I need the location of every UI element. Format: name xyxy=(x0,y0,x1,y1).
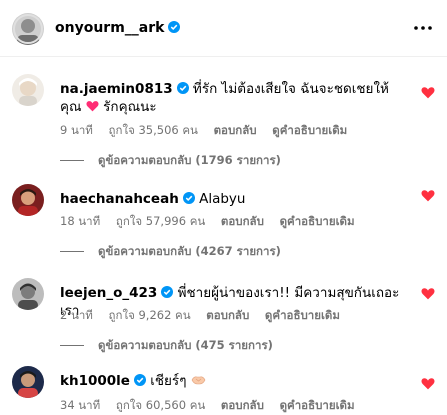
post-author[interactable]: onyourm__ark xyxy=(55,20,181,36)
comment-likes[interactable]: ถูกใจ 57,996 คน xyxy=(116,214,205,228)
comment-time: 2 นาที xyxy=(60,308,93,322)
replies-divider xyxy=(60,160,84,161)
heart-icon[interactable] xyxy=(421,86,435,99)
comment-likes[interactable]: ถูกใจ 9,262 คน xyxy=(109,308,191,322)
verified-badge-icon xyxy=(168,21,181,33)
view-replies-button[interactable]: ดูข้อความตอบกลับ (475 รายการ) xyxy=(60,337,273,355)
pink-heart-emoji-icon xyxy=(86,101,99,112)
view-replies-label[interactable]: ดูข้อความตอบกลับ (4267 รายการ) xyxy=(98,244,281,258)
comment-meta: 18 นาที ถูกใจ 57,996 คน ตอบกลับ ดูคำอธิบ… xyxy=(60,213,367,231)
verified-badge-icon xyxy=(176,82,189,94)
verified-badge-icon xyxy=(161,286,174,298)
comment-meta: 2 นาที ถูกใจ 9,262 คน ตอบกลับ ดูคำอธิบาย… xyxy=(60,307,352,325)
comment-meta: 34 นาที ถูกใจ 60,560 คน ตอบกลับ ดูคำอธิบ… xyxy=(60,397,367,415)
comment-time: 18 นาที xyxy=(60,214,101,228)
comment-body-continued: รักคุณนะ xyxy=(98,99,157,115)
see-original-button[interactable]: ดูคำอธิบายเดิม xyxy=(272,123,347,137)
avatar[interactable] xyxy=(12,278,44,310)
heart-icon[interactable] xyxy=(421,377,435,390)
comment-likes[interactable]: ถูกใจ 60,560 คน xyxy=(116,398,205,412)
comment-username[interactable]: haechanahceah xyxy=(60,191,179,207)
post-header: onyourm__ark xyxy=(0,0,447,57)
reply-button[interactable]: ตอบกลับ xyxy=(221,398,264,412)
avatar[interactable] xyxy=(12,366,44,398)
comment-time: 9 นาที xyxy=(60,123,93,137)
comment-text: kh1000le เชียร์ๆ xyxy=(60,372,405,390)
verified-badge-icon xyxy=(182,192,195,204)
post-author-avatar[interactable] xyxy=(12,13,44,45)
comment-username[interactable]: kh1000le xyxy=(60,373,130,389)
comment-text: haechanahceah Alabyu xyxy=(60,190,405,208)
post-author-username[interactable]: onyourm__ark xyxy=(55,20,164,36)
avatar[interactable] xyxy=(12,74,44,106)
handshake-emoji-icon xyxy=(191,376,206,385)
comment-username[interactable]: leejen_o_423 xyxy=(60,285,157,301)
view-replies-button[interactable]: ดูข้อความตอบกลับ (1796 รายการ) xyxy=(60,152,281,170)
comment-meta: 9 นาที ถูกใจ 35,506 คน ตอบกลับ ดูคำอธิบา… xyxy=(60,122,359,140)
comment-time: 34 นาที xyxy=(60,398,101,412)
more-horizontal-icon[interactable] xyxy=(411,19,435,37)
see-original-button[interactable]: ดูคำอธิบายเดิม xyxy=(280,398,355,412)
view-replies-label[interactable]: ดูข้อความตอบกลับ (475 รายการ) xyxy=(98,338,273,352)
heart-icon[interactable] xyxy=(421,287,435,300)
reply-button[interactable]: ตอบกลับ xyxy=(221,214,264,228)
view-replies-label[interactable]: ดูข้อความตอบกลับ (1796 รายการ) xyxy=(98,153,281,167)
see-original-button[interactable]: ดูคำอธิบายเดิม xyxy=(280,214,355,228)
reply-button[interactable]: ตอบกลับ xyxy=(206,308,249,322)
comment-likes[interactable]: ถูกใจ 35,506 คน xyxy=(109,123,198,137)
comment-body: เชียร์ๆ xyxy=(150,373,187,389)
replies-divider xyxy=(60,251,84,252)
reply-button[interactable]: ตอบกลับ xyxy=(214,123,257,137)
heart-icon[interactable] xyxy=(421,189,435,202)
view-replies-button[interactable]: ดูข้อความตอบกลับ (4267 รายการ) xyxy=(60,243,281,261)
comment-text: na.jaemin0813 ที่รัก ไม่ต้องเสียใจ ฉันจะ… xyxy=(60,80,405,116)
replies-divider xyxy=(60,345,84,346)
comment-username[interactable]: na.jaemin0813 xyxy=(60,81,173,97)
verified-badge-icon xyxy=(133,374,146,386)
avatar[interactable] xyxy=(12,184,44,216)
see-original-button[interactable]: ดูคำอธิบายเดิม xyxy=(265,308,340,322)
comment-body: Alabyu xyxy=(199,191,246,207)
